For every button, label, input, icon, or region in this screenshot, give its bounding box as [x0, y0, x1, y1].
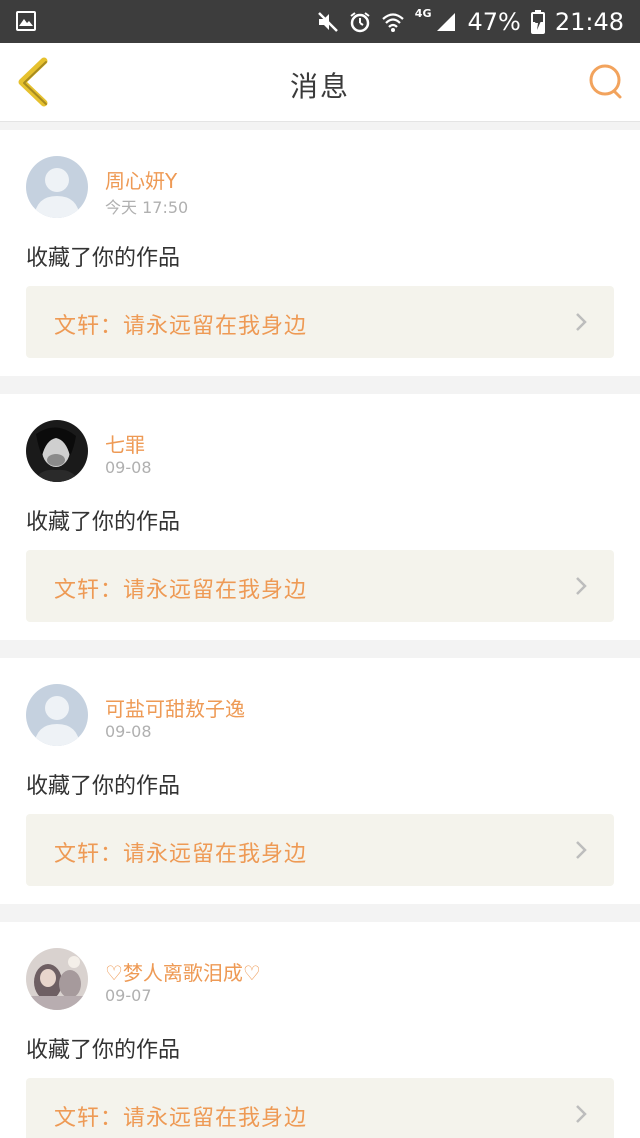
user-name[interactable]: ♡梦人离歌泪成♡	[105, 957, 261, 986]
message-card: 周心妍Y 今天 17:50 收藏了你的作品 文轩：请永远留在我身边	[0, 130, 640, 376]
page-title: 消息	[289, 70, 350, 103]
avatar[interactable]	[26, 684, 88, 746]
message-time: 09-07	[105, 986, 152, 1005]
chevron-right-icon	[576, 313, 587, 331]
work-link[interactable]: 文轩：请永远留在我身边	[26, 814, 614, 886]
default-avatar-icon	[26, 156, 88, 218]
message-time: 今天 17:50	[105, 198, 189, 217]
message-time: 09-08	[105, 722, 152, 741]
wifi-icon	[381, 11, 405, 33]
message-card: ♡梦人离歌泪成♡ 09-07 收藏了你的作品 文轩：请永远留在我身边	[0, 922, 640, 1138]
search-button[interactable]	[586, 61, 626, 101]
avatar[interactable]	[26, 948, 88, 1010]
message-action: 收藏了你的作品	[26, 246, 181, 271]
mute-icon	[317, 11, 339, 33]
alarm-icon	[349, 11, 371, 33]
battery-percentage: 47%	[467, 7, 521, 36]
photo-avatar-dark-icon	[26, 420, 88, 482]
avatar[interactable]	[26, 420, 88, 482]
clock: 21:48	[554, 7, 624, 36]
search-icon	[589, 64, 622, 99]
gallery-icon	[16, 11, 36, 31]
chevron-right-icon	[576, 841, 587, 859]
user-name[interactable]: 可盐可甜敖子逸	[105, 693, 245, 722]
status-bar: 4G 47% 21:48	[0, 0, 640, 43]
work-title: 文轩：请永远留在我身边	[54, 1106, 308, 1131]
work-title: 文轩：请永远留在我身边	[54, 314, 308, 339]
work-title: 文轩：请永远留在我身边	[54, 578, 308, 603]
message-time: 09-08	[105, 458, 152, 477]
work-title: 文轩：请永远留在我身边	[54, 842, 308, 867]
photo-avatar-light-icon	[26, 948, 88, 1010]
signal-icon	[435, 11, 457, 33]
chevron-right-icon	[576, 1105, 587, 1123]
message-action: 收藏了你的作品	[26, 774, 181, 799]
message-action: 收藏了你的作品	[26, 1038, 181, 1063]
app-header: 消息	[0, 43, 640, 122]
message-card: 七罪 09-08 收藏了你的作品 文轩：请永远留在我身边	[0, 394, 640, 640]
work-link[interactable]: 文轩：请永远留在我身边	[26, 550, 614, 622]
message-card: 可盐可甜敖子逸 09-08 收藏了你的作品 文轩：请永远留在我身边	[0, 658, 640, 904]
chevron-right-icon	[576, 577, 587, 595]
message-action: 收藏了你的作品	[26, 510, 181, 535]
avatar[interactable]	[26, 156, 88, 218]
work-link[interactable]: 文轩：请永远留在我身边	[26, 286, 614, 358]
user-name[interactable]: 周心妍Y	[105, 165, 177, 194]
default-avatar-icon	[26, 684, 88, 746]
battery-charging-icon	[530, 9, 545, 34]
user-name[interactable]: 七罪	[105, 429, 145, 458]
network-type-label: 4G	[414, 7, 432, 20]
work-link[interactable]: 文轩：请永远留在我身边	[26, 1078, 614, 1138]
